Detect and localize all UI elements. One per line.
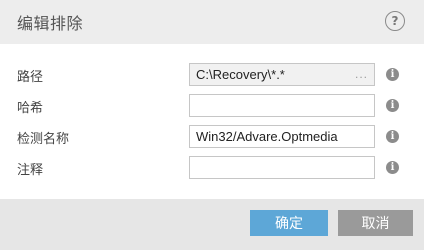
dialog-header: 编辑排除 ? bbox=[0, 0, 424, 44]
dialog-title: 编辑排除 bbox=[17, 14, 84, 33]
detection-name-input[interactable]: Win32/Advare.Optmedia bbox=[189, 125, 375, 148]
browse-button[interactable]: ... bbox=[355, 64, 368, 85]
detection-name-label: 检测名称 bbox=[17, 132, 70, 147]
hash-info-icon[interactable]: i bbox=[386, 99, 399, 112]
cancel-button[interactable]: 取消 bbox=[338, 210, 413, 236]
ok-button[interactable]: 确定 bbox=[250, 210, 328, 236]
help-icon[interactable]: ? bbox=[385, 11, 405, 31]
path-label: 路径 bbox=[17, 70, 44, 85]
detection-name-info-icon[interactable]: i bbox=[386, 130, 399, 143]
path-field[interactable]: C:\Recovery\*.* ... bbox=[189, 63, 375, 86]
comment-input[interactable] bbox=[189, 156, 375, 179]
hash-input[interactable] bbox=[189, 94, 375, 117]
comment-info-icon[interactable]: i bbox=[386, 161, 399, 174]
path-value: C:\Recovery\*.* bbox=[196, 67, 285, 82]
path-info-icon[interactable]: i bbox=[386, 68, 399, 81]
hash-label: 哈希 bbox=[17, 101, 44, 116]
comment-label: 注释 bbox=[17, 163, 44, 178]
